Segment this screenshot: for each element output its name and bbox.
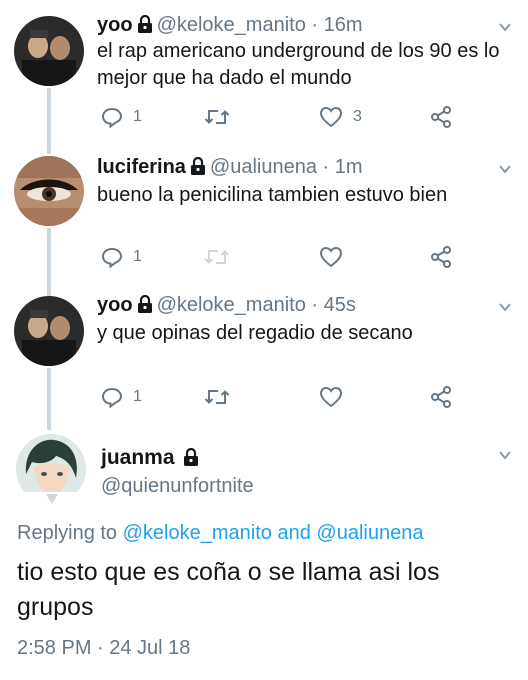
tweet-text-line: bueno la penicilina tambien estuvo bien (97, 184, 448, 206)
retweet-icon (204, 250, 230, 264)
reply-count: 1 (133, 108, 142, 125)
like-count: 3 (353, 108, 362, 125)
display-name[interactable]: yoo (97, 294, 133, 316)
tweet-actions: 1 3 (97, 104, 477, 130)
chevron-down-icon[interactable] (498, 162, 512, 176)
mention-link[interactable]: @ualiunena (316, 522, 423, 544)
display-name[interactable]: juanma (101, 446, 175, 469)
tweet-header: luciferina @ualiunena · 1m (97, 156, 363, 181)
share-icon (431, 386, 451, 408)
tweet-text: bueno la penicilina tambien estuvo bien (97, 182, 447, 209)
heart-icon (319, 106, 343, 128)
lock-icon (137, 14, 153, 39)
share-button[interactable] (430, 244, 452, 270)
lock-icon (137, 294, 153, 319)
retweet-button[interactable] (204, 384, 230, 410)
timestamp[interactable]: · 1m (323, 156, 363, 178)
user-handle[interactable]: @keloke_manito (157, 294, 306, 316)
avatar[interactable] (14, 296, 84, 366)
share-button[interactable] (430, 104, 452, 130)
replying-and: and (277, 522, 311, 544)
retweet-button[interactable] (204, 104, 240, 130)
share-icon (431, 106, 451, 128)
avatar[interactable] (16, 434, 86, 504)
lock-icon (190, 156, 206, 181)
reply-count: 1 (133, 388, 142, 405)
heart-icon (319, 246, 343, 268)
replying-prefix: Replying to (17, 522, 118, 544)
tweet-actions: 1 (97, 384, 477, 410)
retweet-icon (204, 110, 230, 124)
lock-icon (183, 447, 199, 472)
tweet-text: y que opinas del regadio de secano (97, 320, 413, 347)
avatar[interactable] (14, 156, 84, 226)
heart-icon (319, 386, 343, 408)
timestamp[interactable]: · 45s (311, 294, 355, 316)
display-name[interactable]: luciferina (97, 156, 186, 178)
tweet-reply[interactable]: luciferina @ualiunena · 1m bueno la penic… (0, 140, 528, 280)
tweet-text-line: grupos (17, 593, 94, 621)
retweet-button (204, 244, 230, 270)
avatar[interactable] (14, 16, 84, 86)
tweet-text-line: el rap americano underground de los 90 e… (97, 40, 500, 62)
user-handle[interactable]: @ualiunena (210, 156, 317, 178)
like-button[interactable]: 3 (319, 104, 362, 130)
tweet-text-line: mejor que ha dado el mundo (97, 67, 352, 89)
timestamp[interactable]: · 16m (311, 14, 362, 36)
display-name[interactable]: yoo (97, 14, 133, 36)
tweet-datetime[interactable]: 2:58 PM · 24 Jul 18 (17, 637, 190, 660)
tweet-header: yoo @keloke_manito · 16m (97, 14, 363, 39)
share-button[interactable] (430, 384, 452, 410)
tweet-header: yoo @keloke_manito · 45s (97, 294, 356, 319)
user-handle[interactable]: @keloke_manito (157, 14, 306, 36)
share-icon (431, 246, 451, 268)
tweet-text-line: tio esto que es coña o se llama asi los (17, 558, 440, 586)
tweet-actions: 1 (97, 244, 477, 270)
reply-icon (101, 107, 123, 128)
chevron-down-icon[interactable] (498, 300, 512, 314)
tweet-text: el rap americano underground de los 90 e… (97, 38, 499, 92)
reply-button[interactable]: 1 (101, 104, 142, 130)
reply-button[interactable]: 1 (101, 384, 142, 410)
reply-icon (101, 387, 123, 408)
tweet-reply[interactable]: yoo @keloke_manito · 16m el rap americano… (0, 0, 528, 140)
main-name-row: juanma (101, 446, 203, 472)
tweet-text-line: y que opinas del regadio de secano (97, 322, 413, 344)
like-button[interactable] (319, 244, 343, 270)
mention-link[interactable]: @keloke_manito (123, 522, 272, 544)
reply-icon (101, 247, 123, 268)
retweet-icon (204, 390, 230, 404)
reply-count: 1 (133, 248, 142, 265)
chevron-down-icon[interactable] (498, 20, 512, 34)
like-button[interactable] (319, 384, 343, 410)
main-tweet-text: tio esto que es coña o se llama asi los … (17, 555, 517, 625)
replying-to: Replying to @keloke_manito and @ualiunen… (17, 522, 423, 545)
reply-button[interactable]: 1 (101, 244, 142, 270)
chevron-down-icon[interactable] (498, 448, 512, 462)
user-handle[interactable]: @quienunfortnite (101, 475, 254, 498)
tweet-reply[interactable]: yoo @keloke_manito · 45s y que opinas del… (0, 280, 528, 420)
